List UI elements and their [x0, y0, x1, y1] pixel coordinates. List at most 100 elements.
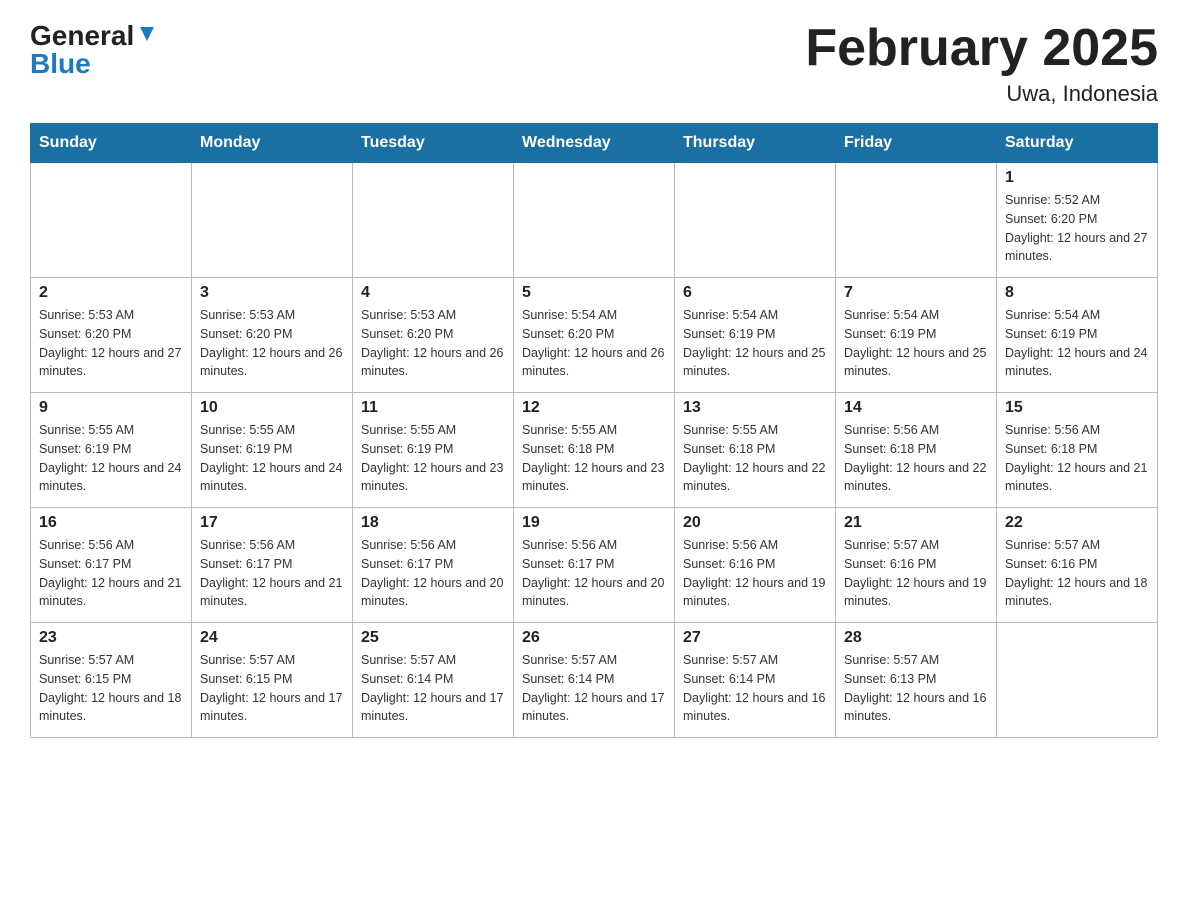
- day-info: Sunrise: 5:55 AM Sunset: 6:19 PM Dayligh…: [361, 421, 505, 496]
- day-info: Sunrise: 5:52 AM Sunset: 6:20 PM Dayligh…: [1005, 191, 1149, 266]
- page-title: February 2025: [805, 20, 1158, 77]
- day-of-week-header: Friday: [836, 124, 997, 163]
- logo: General Blue: [30, 20, 158, 80]
- day-number: 2: [39, 284, 183, 302]
- calendar-day-cell: 7 Sunrise: 5:54 AM Sunset: 6:19 PM Daylig…: [836, 278, 997, 393]
- calendar-header-row: SundayMondayTuesdayWednesdayThursdayFrid…: [31, 124, 1158, 163]
- day-number: 1: [1005, 169, 1149, 187]
- day-number: 11: [361, 399, 505, 417]
- day-info: Sunrise: 5:53 AM Sunset: 6:20 PM Dayligh…: [200, 306, 344, 381]
- day-info: Sunrise: 5:57 AM Sunset: 6:14 PM Dayligh…: [522, 651, 666, 726]
- day-number: 28: [844, 629, 988, 647]
- page-header: General Blue February 2025 Uwa, Indonesi…: [30, 20, 1158, 107]
- day-number: 3: [200, 284, 344, 302]
- day-number: 27: [683, 629, 827, 647]
- calendar-table: SundayMondayTuesdayWednesdayThursdayFrid…: [30, 123, 1158, 738]
- logo-blue: Blue: [30, 48, 91, 80]
- day-info: Sunrise: 5:56 AM Sunset: 6:16 PM Dayligh…: [683, 536, 827, 611]
- day-number: 15: [1005, 399, 1149, 417]
- calendar-day-cell: 8 Sunrise: 5:54 AM Sunset: 6:19 PM Daylig…: [997, 278, 1158, 393]
- calendar-day-cell: [836, 163, 997, 278]
- calendar-day-cell: 20 Sunrise: 5:56 AM Sunset: 6:16 PM Dayli…: [675, 508, 836, 623]
- day-of-week-header: Wednesday: [514, 124, 675, 163]
- day-info: Sunrise: 5:55 AM Sunset: 6:19 PM Dayligh…: [39, 421, 183, 496]
- day-info: Sunrise: 5:56 AM Sunset: 6:17 PM Dayligh…: [361, 536, 505, 611]
- day-of-week-header: Saturday: [997, 124, 1158, 163]
- day-info: Sunrise: 5:57 AM Sunset: 6:16 PM Dayligh…: [844, 536, 988, 611]
- day-info: Sunrise: 5:56 AM Sunset: 6:18 PM Dayligh…: [844, 421, 988, 496]
- day-number: 17: [200, 514, 344, 532]
- calendar-day-cell: 5 Sunrise: 5:54 AM Sunset: 6:20 PM Daylig…: [514, 278, 675, 393]
- calendar-week-row: 1 Sunrise: 5:52 AM Sunset: 6:20 PM Daylig…: [31, 163, 1158, 278]
- day-number: 23: [39, 629, 183, 647]
- calendar-day-cell: 24 Sunrise: 5:57 AM Sunset: 6:15 PM Dayli…: [192, 623, 353, 738]
- day-info: Sunrise: 5:54 AM Sunset: 6:19 PM Dayligh…: [844, 306, 988, 381]
- calendar-day-cell: 26 Sunrise: 5:57 AM Sunset: 6:14 PM Dayli…: [514, 623, 675, 738]
- calendar-day-cell: 2 Sunrise: 5:53 AM Sunset: 6:20 PM Daylig…: [31, 278, 192, 393]
- calendar-day-cell: [192, 163, 353, 278]
- day-number: 16: [39, 514, 183, 532]
- calendar-day-cell: 10 Sunrise: 5:55 AM Sunset: 6:19 PM Dayli…: [192, 393, 353, 508]
- calendar-day-cell: 4 Sunrise: 5:53 AM Sunset: 6:20 PM Daylig…: [353, 278, 514, 393]
- day-info: Sunrise: 5:55 AM Sunset: 6:19 PM Dayligh…: [200, 421, 344, 496]
- day-number: 8: [1005, 284, 1149, 302]
- day-number: 6: [683, 284, 827, 302]
- logo-arrow-icon: [136, 23, 158, 45]
- calendar-day-cell: 3 Sunrise: 5:53 AM Sunset: 6:20 PM Daylig…: [192, 278, 353, 393]
- calendar-day-cell: 25Sunrise: 5:57 AM Sunset: 6:14 PM Dayli…: [353, 623, 514, 738]
- day-info: Sunrise: 5:56 AM Sunset: 6:18 PM Dayligh…: [1005, 421, 1149, 496]
- calendar-day-cell: 9 Sunrise: 5:55 AM Sunset: 6:19 PM Daylig…: [31, 393, 192, 508]
- day-info: Sunrise: 5:53 AM Sunset: 6:20 PM Dayligh…: [39, 306, 183, 381]
- day-number: 10: [200, 399, 344, 417]
- calendar-day-cell: 13 Sunrise: 5:55 AM Sunset: 6:18 PM Dayli…: [675, 393, 836, 508]
- calendar-day-cell: [997, 623, 1158, 738]
- calendar-day-cell: 22 Sunrise: 5:57 AM Sunset: 6:16 PM Dayli…: [997, 508, 1158, 623]
- day-of-week-header: Tuesday: [353, 124, 514, 163]
- day-number: 24: [200, 629, 344, 647]
- day-number: 7: [844, 284, 988, 302]
- calendar-day-cell: 18 Sunrise: 5:56 AM Sunset: 6:17 PM Dayli…: [353, 508, 514, 623]
- calendar-day-cell: 21 Sunrise: 5:57 AM Sunset: 6:16 PM Dayli…: [836, 508, 997, 623]
- day-info: Sunrise: 5:57 AM Sunset: 6:16 PM Dayligh…: [1005, 536, 1149, 611]
- day-info: Sunrise: 5:55 AM Sunset: 6:18 PM Dayligh…: [683, 421, 827, 496]
- calendar-day-cell: 28Sunrise: 5:57 AM Sunset: 6:13 PM Dayli…: [836, 623, 997, 738]
- calendar-day-cell: [675, 163, 836, 278]
- calendar-day-cell: 11 Sunrise: 5:55 AM Sunset: 6:19 PM Dayli…: [353, 393, 514, 508]
- day-of-week-header: Monday: [192, 124, 353, 163]
- calendar-week-row: 9 Sunrise: 5:55 AM Sunset: 6:19 PM Daylig…: [31, 393, 1158, 508]
- calendar-day-cell: [353, 163, 514, 278]
- day-number: 5: [522, 284, 666, 302]
- day-number: 20: [683, 514, 827, 532]
- day-number: 22: [1005, 514, 1149, 532]
- title-block: February 2025 Uwa, Indonesia: [805, 20, 1158, 107]
- day-info: Sunrise: 5:57 AM Sunset: 6:14 PM Dayligh…: [683, 651, 827, 726]
- calendar-day-cell: 23 Sunrise: 5:57 AM Sunset: 6:15 PM Dayli…: [31, 623, 192, 738]
- day-number: 14: [844, 399, 988, 417]
- day-of-week-header: Sunday: [31, 124, 192, 163]
- day-info: Sunrise: 5:54 AM Sunset: 6:19 PM Dayligh…: [1005, 306, 1149, 381]
- calendar-day-cell: 15 Sunrise: 5:56 AM Sunset: 6:18 PM Dayli…: [997, 393, 1158, 508]
- day-info: Sunrise: 5:56 AM Sunset: 6:17 PM Dayligh…: [200, 536, 344, 611]
- calendar-day-cell: [514, 163, 675, 278]
- calendar-week-row: 16 Sunrise: 5:56 AM Sunset: 6:17 PM Dayli…: [31, 508, 1158, 623]
- calendar-week-row: 23 Sunrise: 5:57 AM Sunset: 6:15 PM Dayli…: [31, 623, 1158, 738]
- day-number: 13: [683, 399, 827, 417]
- day-number: 26: [522, 629, 666, 647]
- day-number: 9: [39, 399, 183, 417]
- day-number: 18: [361, 514, 505, 532]
- day-info: Sunrise: 5:54 AM Sunset: 6:19 PM Dayligh…: [683, 306, 827, 381]
- calendar-day-cell: 16Sunrise: 5:56 AM Sunset: 6:17 PM Dayli…: [31, 508, 192, 623]
- calendar-day-cell: 12 Sunrise: 5:55 AM Sunset: 6:18 PM Dayli…: [514, 393, 675, 508]
- day-info: Sunrise: 5:57 AM Sunset: 6:15 PM Dayligh…: [39, 651, 183, 726]
- day-number: 19: [522, 514, 666, 532]
- day-info: Sunrise: 5:57 AM Sunset: 6:15 PM Dayligh…: [200, 651, 344, 726]
- day-number: 12: [522, 399, 666, 417]
- day-number: 4: [361, 284, 505, 302]
- calendar-day-cell: 14 Sunrise: 5:56 AM Sunset: 6:18 PM Dayli…: [836, 393, 997, 508]
- day-info: Sunrise: 5:54 AM Sunset: 6:20 PM Dayligh…: [522, 306, 666, 381]
- day-info: Sunrise: 5:56 AM Sunset: 6:17 PM Dayligh…: [522, 536, 666, 611]
- day-info: Sunrise: 5:55 AM Sunset: 6:18 PM Dayligh…: [522, 421, 666, 496]
- day-number: 21: [844, 514, 988, 532]
- day-info: Sunrise: 5:53 AM Sunset: 6:20 PM Dayligh…: [361, 306, 505, 381]
- calendar-day-cell: 6 Sunrise: 5:54 AM Sunset: 6:19 PM Daylig…: [675, 278, 836, 393]
